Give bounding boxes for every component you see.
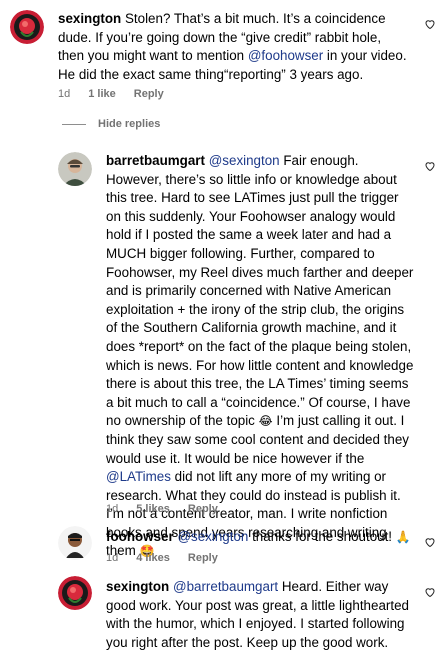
likes-count-button[interactable]: 5 likes <box>136 503 170 515</box>
avatar-portrait-image <box>58 152 92 186</box>
mention-link[interactable]: @sexington <box>177 529 248 544</box>
divider-line <box>62 123 86 125</box>
heart-icon[interactable] <box>424 160 436 172</box>
emoji-icon: 🙏 <box>395 530 411 544</box>
reply-button[interactable]: Reply <box>188 503 218 515</box>
comment-text: foohowser @sexington thanks for the shou… <box>106 528 416 547</box>
hide-replies-label: Hide replies <box>98 118 161 130</box>
comment-time: 1d <box>106 552 119 564</box>
comment-text: sexington Stolen? That’s a bit much. It’… <box>58 10 410 84</box>
comment-text: barretbaumgart @sexington Fair enough. H… <box>106 152 416 561</box>
hide-replies-button[interactable]: Hide replies <box>62 118 160 130</box>
username-link[interactable]: sexington <box>106 579 169 594</box>
comment-meta: 1d 1 like Reply <box>58 88 164 100</box>
comment-meta: 1d 4 likes Reply <box>106 552 218 564</box>
comment-body-text: thanks for the shoutout! <box>248 529 396 544</box>
mention-link[interactable]: @foohowser <box>248 48 323 63</box>
heart-icon[interactable] <box>424 18 436 30</box>
likes-count-button[interactable]: 4 likes <box>136 552 170 564</box>
comment-body-text: Fair enough. However, there’s so little … <box>106 153 414 429</box>
comment-text: sexington @barretbaumgart Heard. Either … <box>106 578 416 652</box>
heart-icon[interactable] <box>424 536 436 548</box>
heart-icon[interactable] <box>424 586 436 598</box>
comment-meta: 1d 5 likes Reply <box>106 503 218 515</box>
avatar-rose-image <box>10 10 44 44</box>
avatar[interactable] <box>58 152 92 186</box>
avatar-cartoon-image <box>58 526 92 560</box>
likes-count-button[interactable]: 1 like <box>88 88 116 100</box>
username-link[interactable]: sexington <box>58 11 121 26</box>
emoji-icon: 😂 <box>258 414 273 429</box>
mention-link[interactable]: @LATimes <box>106 469 171 484</box>
avatar-rose-image <box>58 576 92 610</box>
username-link[interactable]: foohowser <box>106 529 174 544</box>
reply-button[interactable]: Reply <box>134 88 164 100</box>
mention-link[interactable]: @sexington <box>209 153 280 168</box>
reply-button[interactable]: Reply <box>188 552 218 564</box>
avatar[interactable] <box>58 576 92 610</box>
avatar[interactable] <box>10 10 44 44</box>
mention-link[interactable]: @barretbaumgart <box>173 579 278 594</box>
comment-time: 1d <box>58 88 71 100</box>
username-link[interactable]: barretbaumgart <box>106 153 205 168</box>
avatar[interactable] <box>58 526 92 560</box>
comment-time: 1d <box>106 503 119 515</box>
